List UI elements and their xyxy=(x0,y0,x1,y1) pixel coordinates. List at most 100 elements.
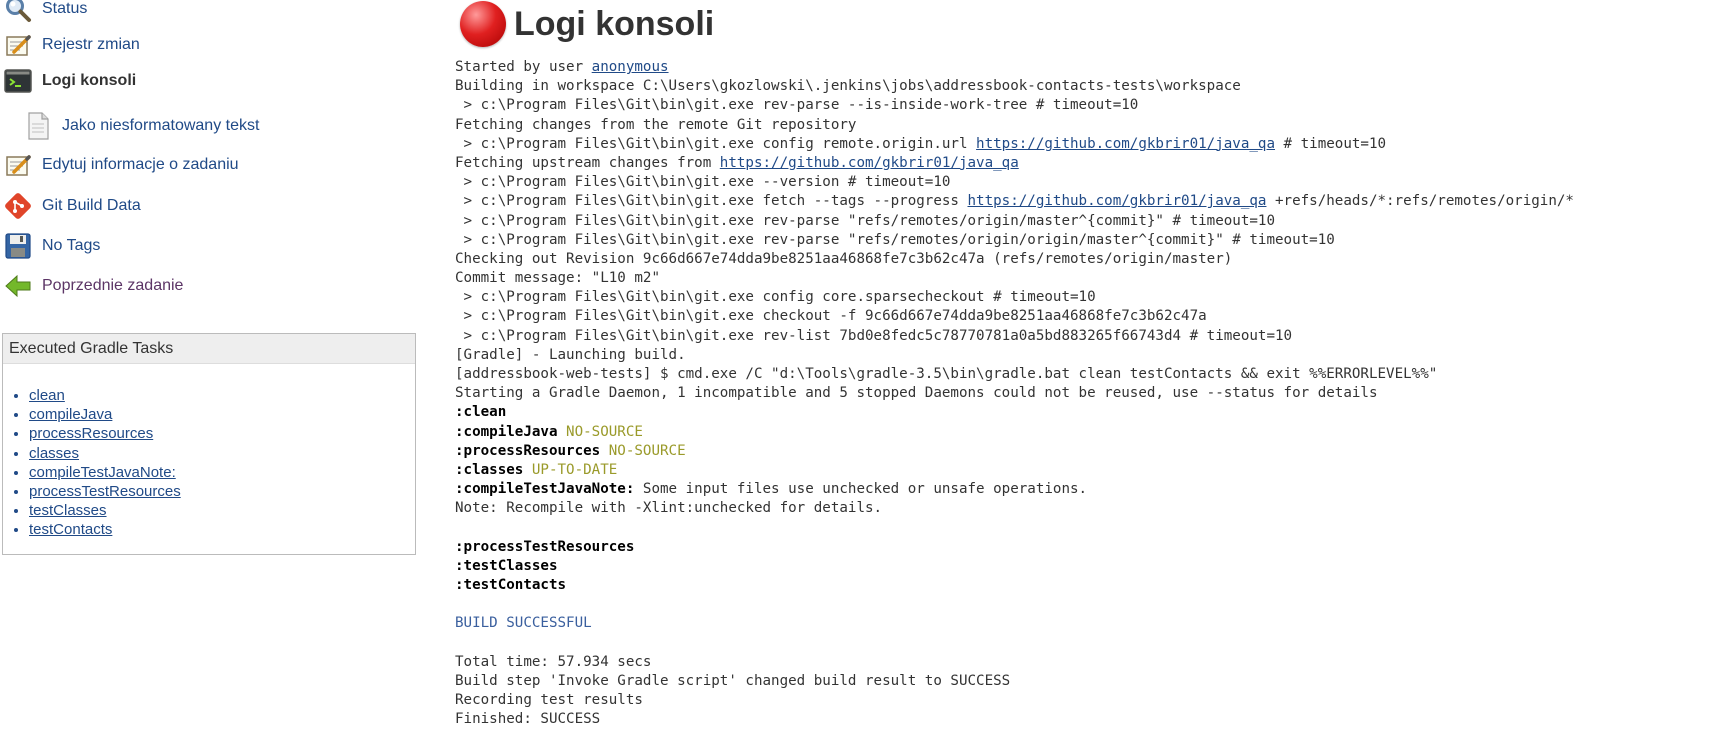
console-line: > c:\Program Files\Git\bin\git.exe rev-l… xyxy=(455,327,1574,346)
gradle-task-link[interactable]: classes xyxy=(29,445,79,462)
sidebar-item-label: Rejestr zmian xyxy=(42,36,140,53)
console-text: > c:\Program Files\Git\bin\git.exe rev-l… xyxy=(455,327,1293,344)
sidebar-item-changes[interactable]: Rejestr zmian xyxy=(4,28,140,62)
console-text: Build step 'Invoke Gradle script' change… xyxy=(455,673,1011,689)
console-text: Starting a Gradle Daemon, 1 incompatible… xyxy=(455,385,1378,402)
magnifier-icon xyxy=(4,0,32,23)
sidebar-item-label: Poprzednie zadanie xyxy=(42,277,184,294)
console-line: :testClasses xyxy=(455,557,1574,576)
sidebar-item-status[interactable]: Status xyxy=(4,0,87,26)
gradle-task-link[interactable]: testClasses xyxy=(29,502,107,519)
console-text: :testContacts xyxy=(455,577,567,594)
console-line: Total time: 57.934 secs xyxy=(455,653,1574,672)
gradle-task-link[interactable]: compileTestJavaNote: xyxy=(29,464,176,481)
console-text: Commit message: "L10 m2" xyxy=(455,270,660,287)
console-text: Building in workspace C:\Users\gkozlowsk… xyxy=(455,78,1241,95)
console-line: > c:\Program Files\Git\bin\git.exe confi… xyxy=(455,288,1574,307)
console-text: Fetching upstream changes from xyxy=(455,154,720,171)
console-text: > c:\Program Files\Git\bin\git.exe confi… xyxy=(455,289,1096,306)
console-text: NO-SOURCE xyxy=(608,442,686,459)
console-line: Checking out Revision 9c66d667e74dda9be8… xyxy=(455,250,1574,269)
console-text: Note: Recompile with -Xlint:unchecked fo… xyxy=(455,500,883,517)
console-text: :clean xyxy=(455,404,507,421)
console-text: BUILD SUCCESSFUL xyxy=(455,615,592,632)
sidebar-item-console-log[interactable]: Logi konsoli xyxy=(4,64,136,98)
sidebar-item-git-build-data[interactable]: Git Build Data xyxy=(4,189,141,223)
console-line: Note: Recompile with -Xlint:unchecked fo… xyxy=(455,499,1574,518)
console-line: Recording test results xyxy=(455,691,1574,710)
console-line: Started by user anonymous xyxy=(455,58,1574,77)
console-text: :processTestResources xyxy=(455,538,635,555)
console-text: Checking out Revision 9c66d667e74dda9be8… xyxy=(455,250,1233,267)
green-arrow-left-icon xyxy=(4,272,32,300)
console-line: :compileJava NO-SOURCE xyxy=(455,423,1574,442)
notepad-icon xyxy=(4,151,32,179)
list-item: compileJava xyxy=(29,405,415,424)
console-line: Build step 'Invoke Gradle script' change… xyxy=(455,672,1574,691)
console-line: > c:\Program Files\Git\bin\git.exe fetch… xyxy=(455,192,1574,211)
page-title: Logi konsoli xyxy=(514,4,715,43)
console-output: Started by user anonymous Building in wor… xyxy=(455,58,1574,730)
console-line: > c:\Program Files\Git\bin\git.exe rev-p… xyxy=(455,96,1574,115)
console-link[interactable]: anonymous xyxy=(592,59,669,75)
console-text: > c:\Program Files\Git\bin\git.exe rev-p… xyxy=(455,212,1275,229)
gradle-task-link[interactable]: processTestResources xyxy=(29,483,181,500)
console-text: UP-TO-DATE xyxy=(531,461,618,478)
console-line: > c:\Program Files\Git\bin\git.exe --ver… xyxy=(455,173,1574,192)
console-link[interactable]: https://github.com/gkbrir01/java_qa xyxy=(720,155,1019,171)
gradle-task-link[interactable]: testContacts xyxy=(29,521,112,538)
console-text: Fetching changes from the remote Git rep… xyxy=(455,116,857,133)
document-icon xyxy=(24,112,52,140)
list-item: compileTestJavaNote: xyxy=(29,463,415,482)
console-text: [Gradle] - Launching build. xyxy=(455,346,686,363)
console-line: Fetching upstream changes from https://g… xyxy=(455,154,1574,173)
console-text: Finished: SUCCESS xyxy=(455,711,601,728)
console-text: :testClasses xyxy=(455,557,558,574)
list-item: clean xyxy=(29,386,415,405)
list-item: classes xyxy=(29,444,415,463)
gradle-task-link[interactable]: processResources xyxy=(29,425,153,442)
gradle-tasks-title: Executed Gradle Tasks xyxy=(3,334,415,364)
console-text: +refs/heads/*:refs/remotes/origin/* xyxy=(1266,193,1574,210)
sidebar-item-label: Status xyxy=(42,0,88,17)
console-text: :compileJava xyxy=(455,423,558,440)
gradle-tasks-panel: Executed Gradle Tasks clean compileJava … xyxy=(2,333,416,555)
console-line: Fetching changes from the remote Git rep… xyxy=(455,116,1574,135)
sidebar-item-label: Jako niesformatowany tekst xyxy=(62,117,260,134)
console-text: Recording test results xyxy=(455,692,643,709)
console-text: :classes xyxy=(455,461,524,478)
console-text: # timeout=10 xyxy=(1275,135,1387,152)
sidebar-item-plain-text[interactable]: Jako niesformatowany tekst xyxy=(24,109,259,143)
list-item: testClasses xyxy=(29,501,415,520)
console-link[interactable]: https://github.com/gkbrir01/java_qa xyxy=(968,193,1267,209)
console-text: Some input files use unchecked or unsafe… xyxy=(634,481,1088,498)
console-text: > c:\Program Files\Git\bin\git.exe confi… xyxy=(455,135,977,152)
notepad-icon xyxy=(4,31,32,59)
console-text: > c:\Program Files\Git\bin\git.exe rev-p… xyxy=(455,231,1335,248)
gradle-task-link[interactable]: clean xyxy=(29,387,65,404)
gradle-task-link[interactable]: compileJava xyxy=(29,406,112,423)
list-item: processTestResources xyxy=(29,482,415,501)
floppy-disk-icon xyxy=(4,232,32,260)
list-item: testContacts xyxy=(29,520,415,539)
sidebar-item-edit-info[interactable]: Edytuj informacje o zadaniu xyxy=(4,148,239,182)
console-link[interactable]: https://github.com/gkbrir01/java_qa xyxy=(976,136,1275,152)
console-text: [addressbook-web-tests] $ cmd.exe /C "d:… xyxy=(455,366,1438,382)
console-line: :processResources NO-SOURCE xyxy=(455,442,1574,461)
console-text: > c:\Program Files\Git\bin\git.exe --ver… xyxy=(455,174,951,191)
console-line: BUILD SUCCESSFUL xyxy=(455,614,1574,633)
console-text: Started by user xyxy=(455,59,592,75)
gradle-tasks-list: clean compileJava processResources class… xyxy=(3,386,415,540)
list-item: processResources xyxy=(29,424,415,443)
sidebar-item-no-tags[interactable]: No Tags xyxy=(4,229,100,263)
console-line: Commit message: "L10 m2" xyxy=(455,269,1574,288)
sidebar-item-previous-build[interactable]: Poprzednie zadanie xyxy=(4,269,183,303)
terminal-icon xyxy=(4,67,32,95)
console-line: [addressbook-web-tests] $ cmd.exe /C "d:… xyxy=(455,365,1574,384)
